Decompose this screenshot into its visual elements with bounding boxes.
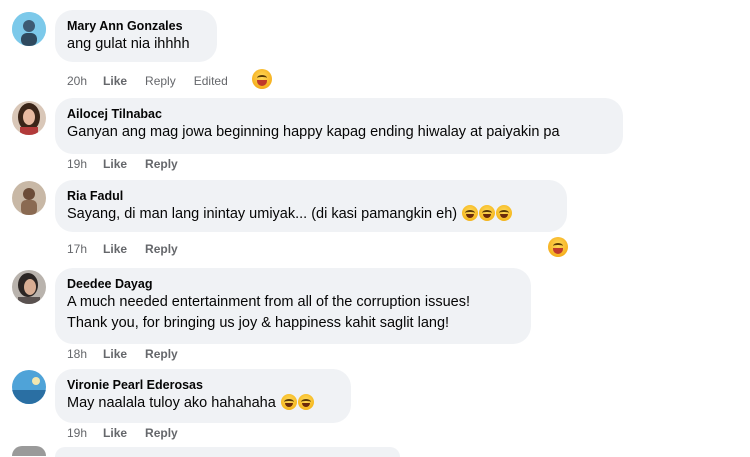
reply-button[interactable]: Reply (145, 346, 178, 362)
comment-author[interactable]: Vironie Pearl Ederosas (67, 377, 339, 393)
rofl-emoji-icon (280, 394, 297, 410)
comment-author[interactable]: Mary Ann Gonzales (67, 18, 205, 34)
avatar[interactable] (12, 101, 46, 135)
avatar[interactable] (12, 370, 46, 404)
comment-timestamp[interactable]: 18h (67, 346, 87, 362)
comment-text-line: Thank you, for bringing us joy & happine… (67, 315, 450, 331)
avatar[interactable] (12, 181, 46, 215)
comment-text-body: May naalala tuloy ako hahahaha (67, 395, 276, 411)
comment-actions: 19h Like Reply (67, 425, 196, 441)
comment-timestamp[interactable]: 20h (67, 73, 87, 89)
comment-author[interactable]: Ailocej Tilnabac (67, 106, 611, 122)
comment-bubble: Ailocej Tilnabac Ganyan ang mag jowa beg… (55, 98, 623, 154)
avatar[interactable] (12, 12, 46, 46)
rofl-emoji-icon (297, 394, 314, 410)
comment-timestamp[interactable]: 17h (67, 241, 87, 257)
haha-reaction-icon[interactable] (252, 69, 272, 89)
comment-text-body: Sayang, di man lang inintay umiyak... (d… (67, 206, 458, 222)
edited-label[interactable]: Edited (194, 73, 228, 89)
comment-text: Sayang, di man lang inintay umiyak... (d… (67, 204, 555, 225)
avatar-image (12, 270, 46, 304)
comment-actions: 19h Like Reply (67, 156, 196, 172)
next-comment-bubble-partial (55, 447, 400, 457)
comment-timestamp[interactable]: 19h (67, 156, 87, 172)
avatar-image (12, 370, 46, 404)
rofl-emoji-icon (479, 205, 496, 221)
comment-bubble: Vironie Pearl Ederosas May naalala tuloy… (55, 369, 351, 423)
avatar-image (12, 101, 46, 135)
rofl-emoji-icon (462, 205, 479, 221)
comment-text: Ganyan ang mag jowa beginning happy kapa… (67, 124, 560, 140)
comment-timestamp[interactable]: 19h (67, 425, 87, 441)
rofl-emoji-icon (496, 205, 513, 221)
like-button[interactable]: Like (103, 73, 127, 89)
avatar-image (12, 12, 46, 46)
comment-text: May naalala tuloy ako hahahaha (67, 393, 339, 414)
like-button[interactable]: Like (103, 346, 127, 362)
comment-actions: 20h Like Reply Edited (67, 73, 246, 89)
comment-actions: 17h Like Reply (67, 241, 196, 257)
like-button[interactable]: Like (103, 241, 127, 257)
haha-reaction-icon[interactable] (548, 237, 568, 257)
comment-bubble: Mary Ann Gonzales ang gulat nia ihhhh (55, 10, 217, 62)
comment-actions: 18h Like Reply (67, 346, 196, 362)
comment-author[interactable]: Deedee Dayag (67, 276, 519, 292)
comment-bubble: Ria Fadul Sayang, di man lang inintay um… (55, 180, 567, 232)
comment-bubble: Deedee Dayag A much needed entertainment… (55, 268, 531, 344)
avatar-image (12, 181, 46, 215)
next-comment-avatar-partial (12, 446, 46, 456)
avatar[interactable] (12, 270, 46, 304)
reply-button[interactable]: Reply (145, 425, 178, 441)
reply-button[interactable]: Reply (145, 241, 178, 257)
like-button[interactable]: Like (103, 156, 127, 172)
comment-text: ang gulat nia ihhhh (67, 36, 190, 52)
comment-text-line: A much needed entertainment from all of … (67, 294, 470, 310)
reply-button[interactable]: Reply (145, 156, 178, 172)
reply-button[interactable]: Reply (145, 73, 176, 89)
like-button[interactable]: Like (103, 425, 127, 441)
comment-author[interactable]: Ria Fadul (67, 188, 555, 204)
